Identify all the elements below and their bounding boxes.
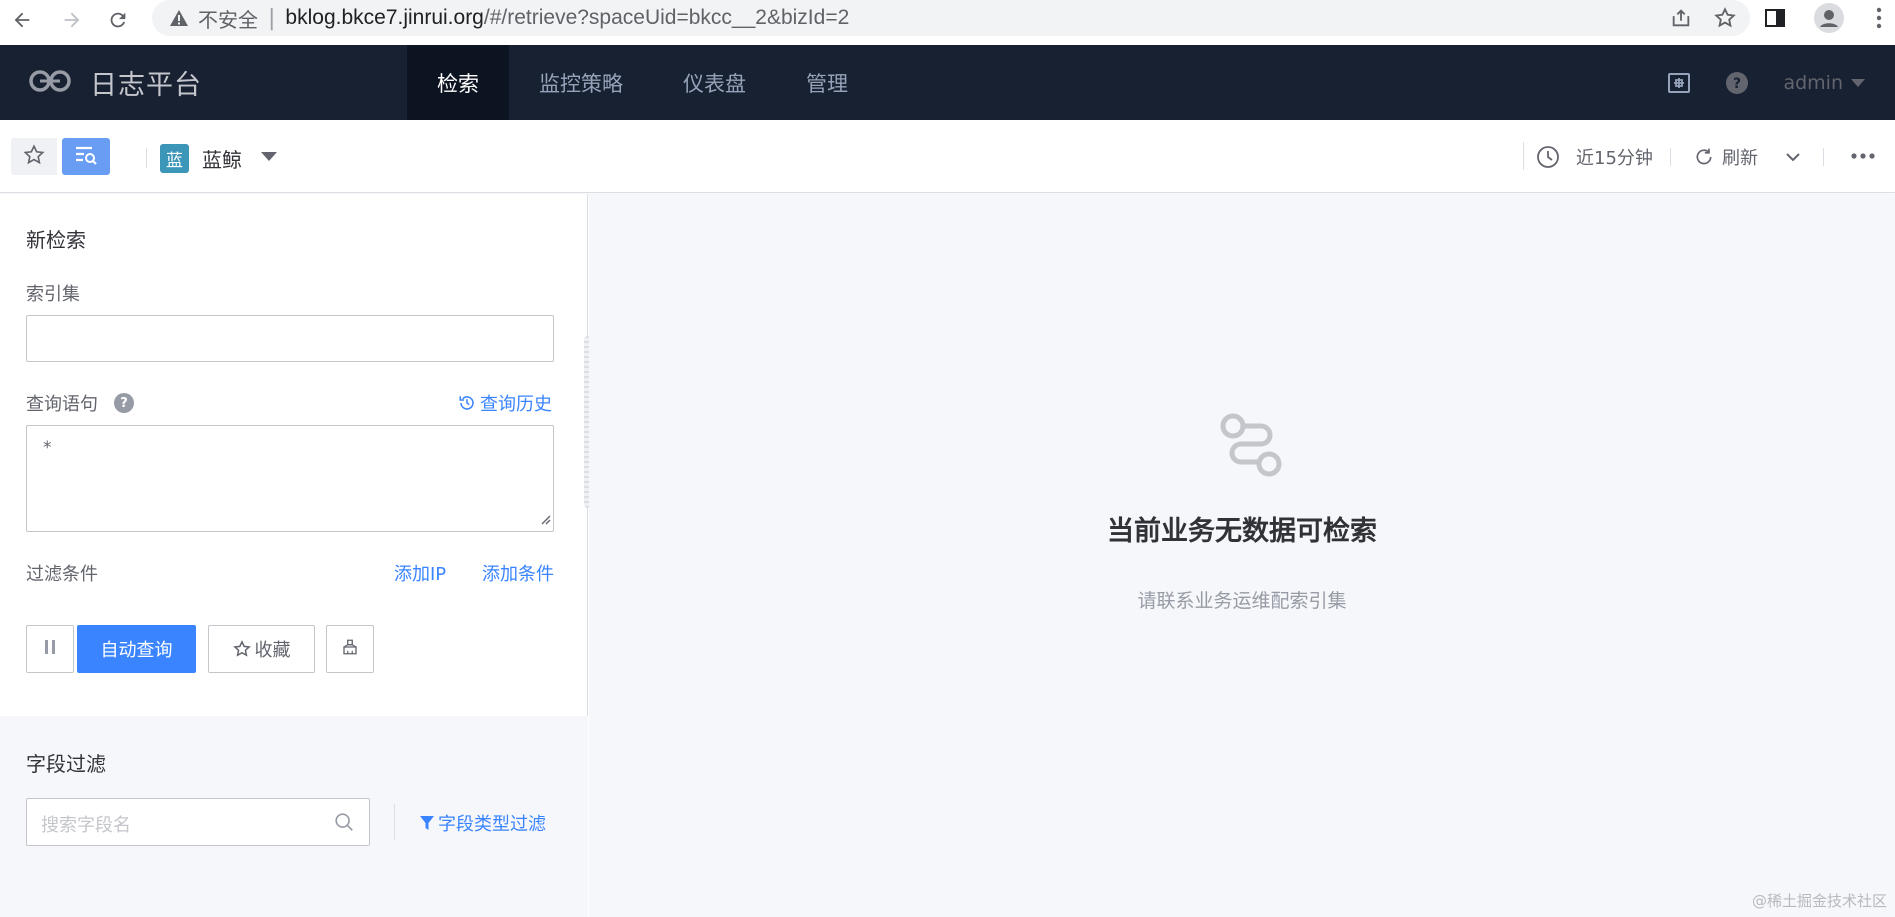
index-set-label: 索引集 [26,284,80,305]
field-search-placeholder: 搜索字段名 [41,815,131,836]
address-bar[interactable]: 不安全 | bklog.bkce7.jinrui.org/#/retrieve?… [152,0,1750,36]
reload-icon[interactable] [98,0,138,40]
favorites-toggle-button[interactable] [11,138,57,175]
divider [1523,142,1524,170]
new-search-title: 新检索 [26,228,86,252]
warning-icon[interactable] [168,7,190,29]
screen-icon[interactable] [1667,71,1691,95]
query-help-icon[interactable]: ? [114,393,134,413]
favorite-button[interactable]: 收藏 [208,625,315,673]
user-menu[interactable]: admin [1783,72,1865,94]
security-label[interactable]: 不安全 [198,4,258,33]
filter-funnel-icon [420,815,434,831]
add-ip-link[interactable]: 添加IP [394,560,446,586]
top-navigation: 日志平台 检索 监控策略 仪表盘 管理 ? admin [0,45,1895,120]
search-panel: 新检索 索引集 查询语句 ? 查询历史 * 过滤条件 添加IP 添加条件 自动查… [0,194,588,917]
star-icon [23,143,45,170]
field-filter-title: 字段过滤 [26,752,106,776]
share-icon[interactable] [1657,0,1705,36]
business-selector[interactable]: 蓝鲸 [202,144,242,173]
url-text[interactable]: bklog.bkce7.jinrui.org/#/retrieve?spaceU… [285,6,849,30]
svg-text:?: ? [1733,76,1741,92]
query-value: * [43,438,52,458]
refresh-button[interactable]: 刷新 [1694,120,1802,193]
broom-icon [341,638,359,661]
list-search-icon [74,144,98,170]
filter-label: 过滤条件 [26,564,98,585]
menu-item-monitor-strategy[interactable]: 监控策略 [509,45,653,120]
index-set-select[interactable] [26,315,554,362]
auto-query-button[interactable]: 自动查询 [77,625,196,673]
empty-data-icon [1216,409,1286,485]
app-title: 日志平台 [90,70,202,101]
divider [394,804,395,840]
history-icon [458,394,476,412]
back-icon[interactable] [2,0,42,40]
pause-icon [43,639,57,660]
chevron-down-icon[interactable] [1784,148,1802,166]
refresh-label: 刷新 [1722,147,1758,169]
query-history-link[interactable]: 查询历史 [458,390,552,416]
app-logo[interactable]: 日志平台 [28,45,202,120]
url-path: /#/retrieve?spaceUid=bkcc__2&bizId=2 [483,6,850,29]
search-panel-button[interactable] [62,138,110,175]
divider [146,148,147,168]
caret-down-icon [1851,78,1865,87]
query-label: 查询语句 [26,394,98,415]
time-range-picker[interactable]: 近15分钟 [1536,120,1653,193]
bookmark-star-icon[interactable] [1701,0,1749,36]
pause-button[interactable] [26,625,74,673]
browser-toolbar: 不安全 | bklog.bkce7.jinrui.org/#/retrieve?… [0,0,1895,45]
menu-item-manage[interactable]: 管理 [776,45,878,120]
user-name: admin [1783,71,1843,94]
star-outline-icon [232,640,251,658]
menu-item-search[interactable]: 检索 [407,45,509,120]
more-options-icon[interactable] [1850,146,1876,170]
nav-right-actions: ? admin [1633,45,1865,120]
main-menu: 检索 监控策略 仪表盘 管理 [407,45,878,120]
business-caret-down-icon[interactable] [261,152,277,161]
query-history-label: 查询历史 [480,394,552,415]
empty-title: 当前业务无数据可检索 [1107,516,1377,547]
resize-grip-icon[interactable] [539,510,551,529]
field-type-filter-link[interactable]: 字段类型过滤 [420,810,546,836]
help-icon[interactable]: ? [1725,71,1749,95]
forward-icon[interactable] [52,0,92,40]
field-type-filter-label: 字段类型过滤 [438,814,546,835]
search-icon[interactable] [333,811,355,837]
field-search-input[interactable]: 搜索字段名 [26,798,370,846]
time-range-label: 近15分钟 [1576,147,1653,169]
divider [1823,148,1824,166]
query-textarea[interactable]: * [26,425,554,532]
side-panel-icon[interactable] [1751,0,1799,36]
url-host: bklog.bkce7.jinrui.org [285,6,484,29]
menu-item-dashboard[interactable]: 仪表盘 [653,45,776,120]
clear-button[interactable] [326,625,374,673]
url-separator: | [268,5,276,31]
watermark: @稀土掘金技术社区 [1751,892,1887,910]
browser-menu-icon[interactable] [1855,0,1895,36]
clock-icon [1536,145,1560,169]
logo-icon [28,68,72,98]
business-avatar: 蓝 [160,144,189,173]
refresh-icon [1694,147,1714,167]
field-filter-section: 字段过滤 搜索字段名 字段类型过滤 [0,716,588,917]
sub-toolbar: 蓝 蓝鲸 近15分钟 刷新 [0,120,1895,193]
empty-subtitle: 请联系业务运维配索引集 [1137,590,1347,612]
divider [1670,148,1671,166]
profile-avatar-icon[interactable] [1805,0,1853,36]
add-condition-link[interactable]: 添加条件 [482,560,554,586]
result-area: 当前业务无数据可检索 请联系业务运维配索引集 @稀土掘金技术社区 [589,194,1895,917]
favorite-label: 收藏 [254,640,291,661]
